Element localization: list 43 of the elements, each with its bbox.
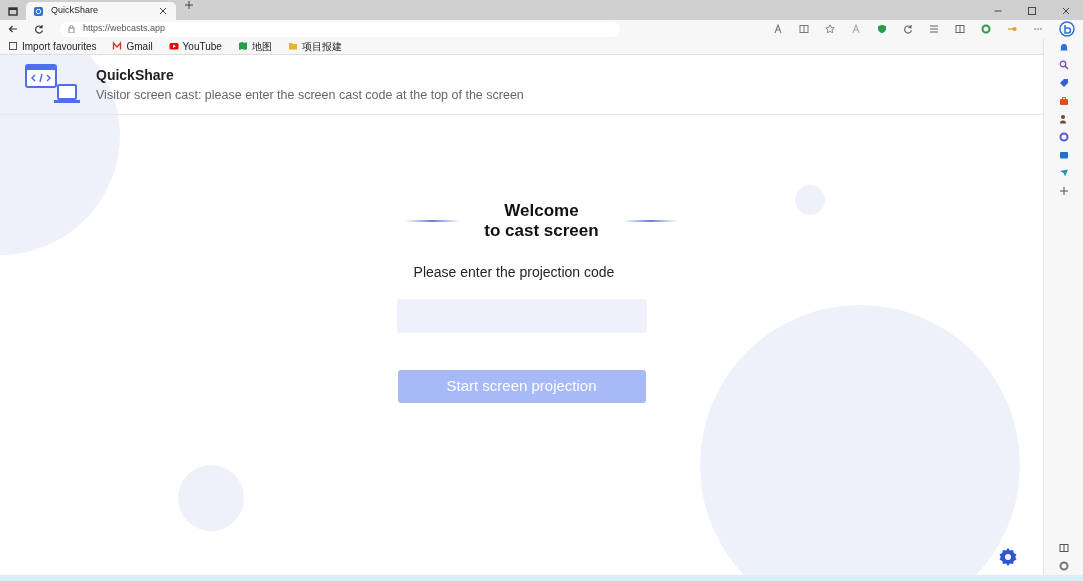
send-icon[interactable] <box>1058 168 1069 178</box>
bookmark-link[interactable]: Gmail <box>112 38 153 54</box>
browser-tab[interactable]: QuickShare <box>26 2 176 20</box>
import-icon <box>8 41 18 51</box>
person-icon[interactable] <box>1058 114 1069 124</box>
bookmark-link[interactable]: Import favourites <box>8 38 97 54</box>
tab-actions-icon[interactable] <box>8 7 18 16</box>
back-icon[interactable] <box>8 24 18 34</box>
restore-icon[interactable] <box>1027 6 1037 16</box>
ring-icon[interactable] <box>1058 132 1069 142</box>
app-subtitle: Visitor screen cast: please enter the screen cast code at the top of the screen <box>96 86 524 104</box>
bell-icon[interactable] <box>1058 42 1069 52</box>
star-icon[interactable] <box>825 24 835 34</box>
bookmark-link[interactable]: 地图 <box>237 38 272 54</box>
app-name: QuickShare <box>96 65 175 85</box>
mail-icon[interactable] <box>1058 150 1069 160</box>
bookmark-link[interactable]: 项目报建 <box>287 38 342 54</box>
close-icon[interactable] <box>1061 6 1071 16</box>
welcome-title: to cast screen <box>484 220 599 241</box>
panel-icon[interactable] <box>1058 543 1069 553</box>
close-icon[interactable] <box>158 6 168 16</box>
code-label: Please enter the projection code <box>413 263 615 283</box>
add-icon[interactable] <box>1058 186 1069 196</box>
chat-logo-icon[interactable] <box>1059 21 1075 37</box>
folder-icon <box>287 41 298 51</box>
split-screen-icon[interactable] <box>799 24 809 34</box>
bookmark-link[interactable]: YouTube <box>168 38 222 54</box>
gear-icon[interactable] <box>998 547 1018 567</box>
read-aloud-icon[interactable] <box>773 24 783 34</box>
address-field[interactable]: https://webcasts.app <box>83 22 166 36</box>
shield-icon[interactable] <box>877 24 887 34</box>
tag-icon[interactable] <box>1058 78 1069 88</box>
site-icon <box>34 6 43 16</box>
refresh-icon[interactable] <box>34 24 44 34</box>
briefcase-icon[interactable] <box>1058 96 1069 106</box>
play-icon <box>168 41 179 51</box>
mail-icon <box>112 41 123 51</box>
map-icon <box>237 41 248 51</box>
new-tab-icon[interactable] <box>184 0 194 10</box>
collections-icon[interactable] <box>955 24 965 34</box>
welcome-title: Welcome <box>504 201 579 221</box>
search-icon[interactable] <box>1058 60 1069 70</box>
lock-icon <box>68 25 75 33</box>
